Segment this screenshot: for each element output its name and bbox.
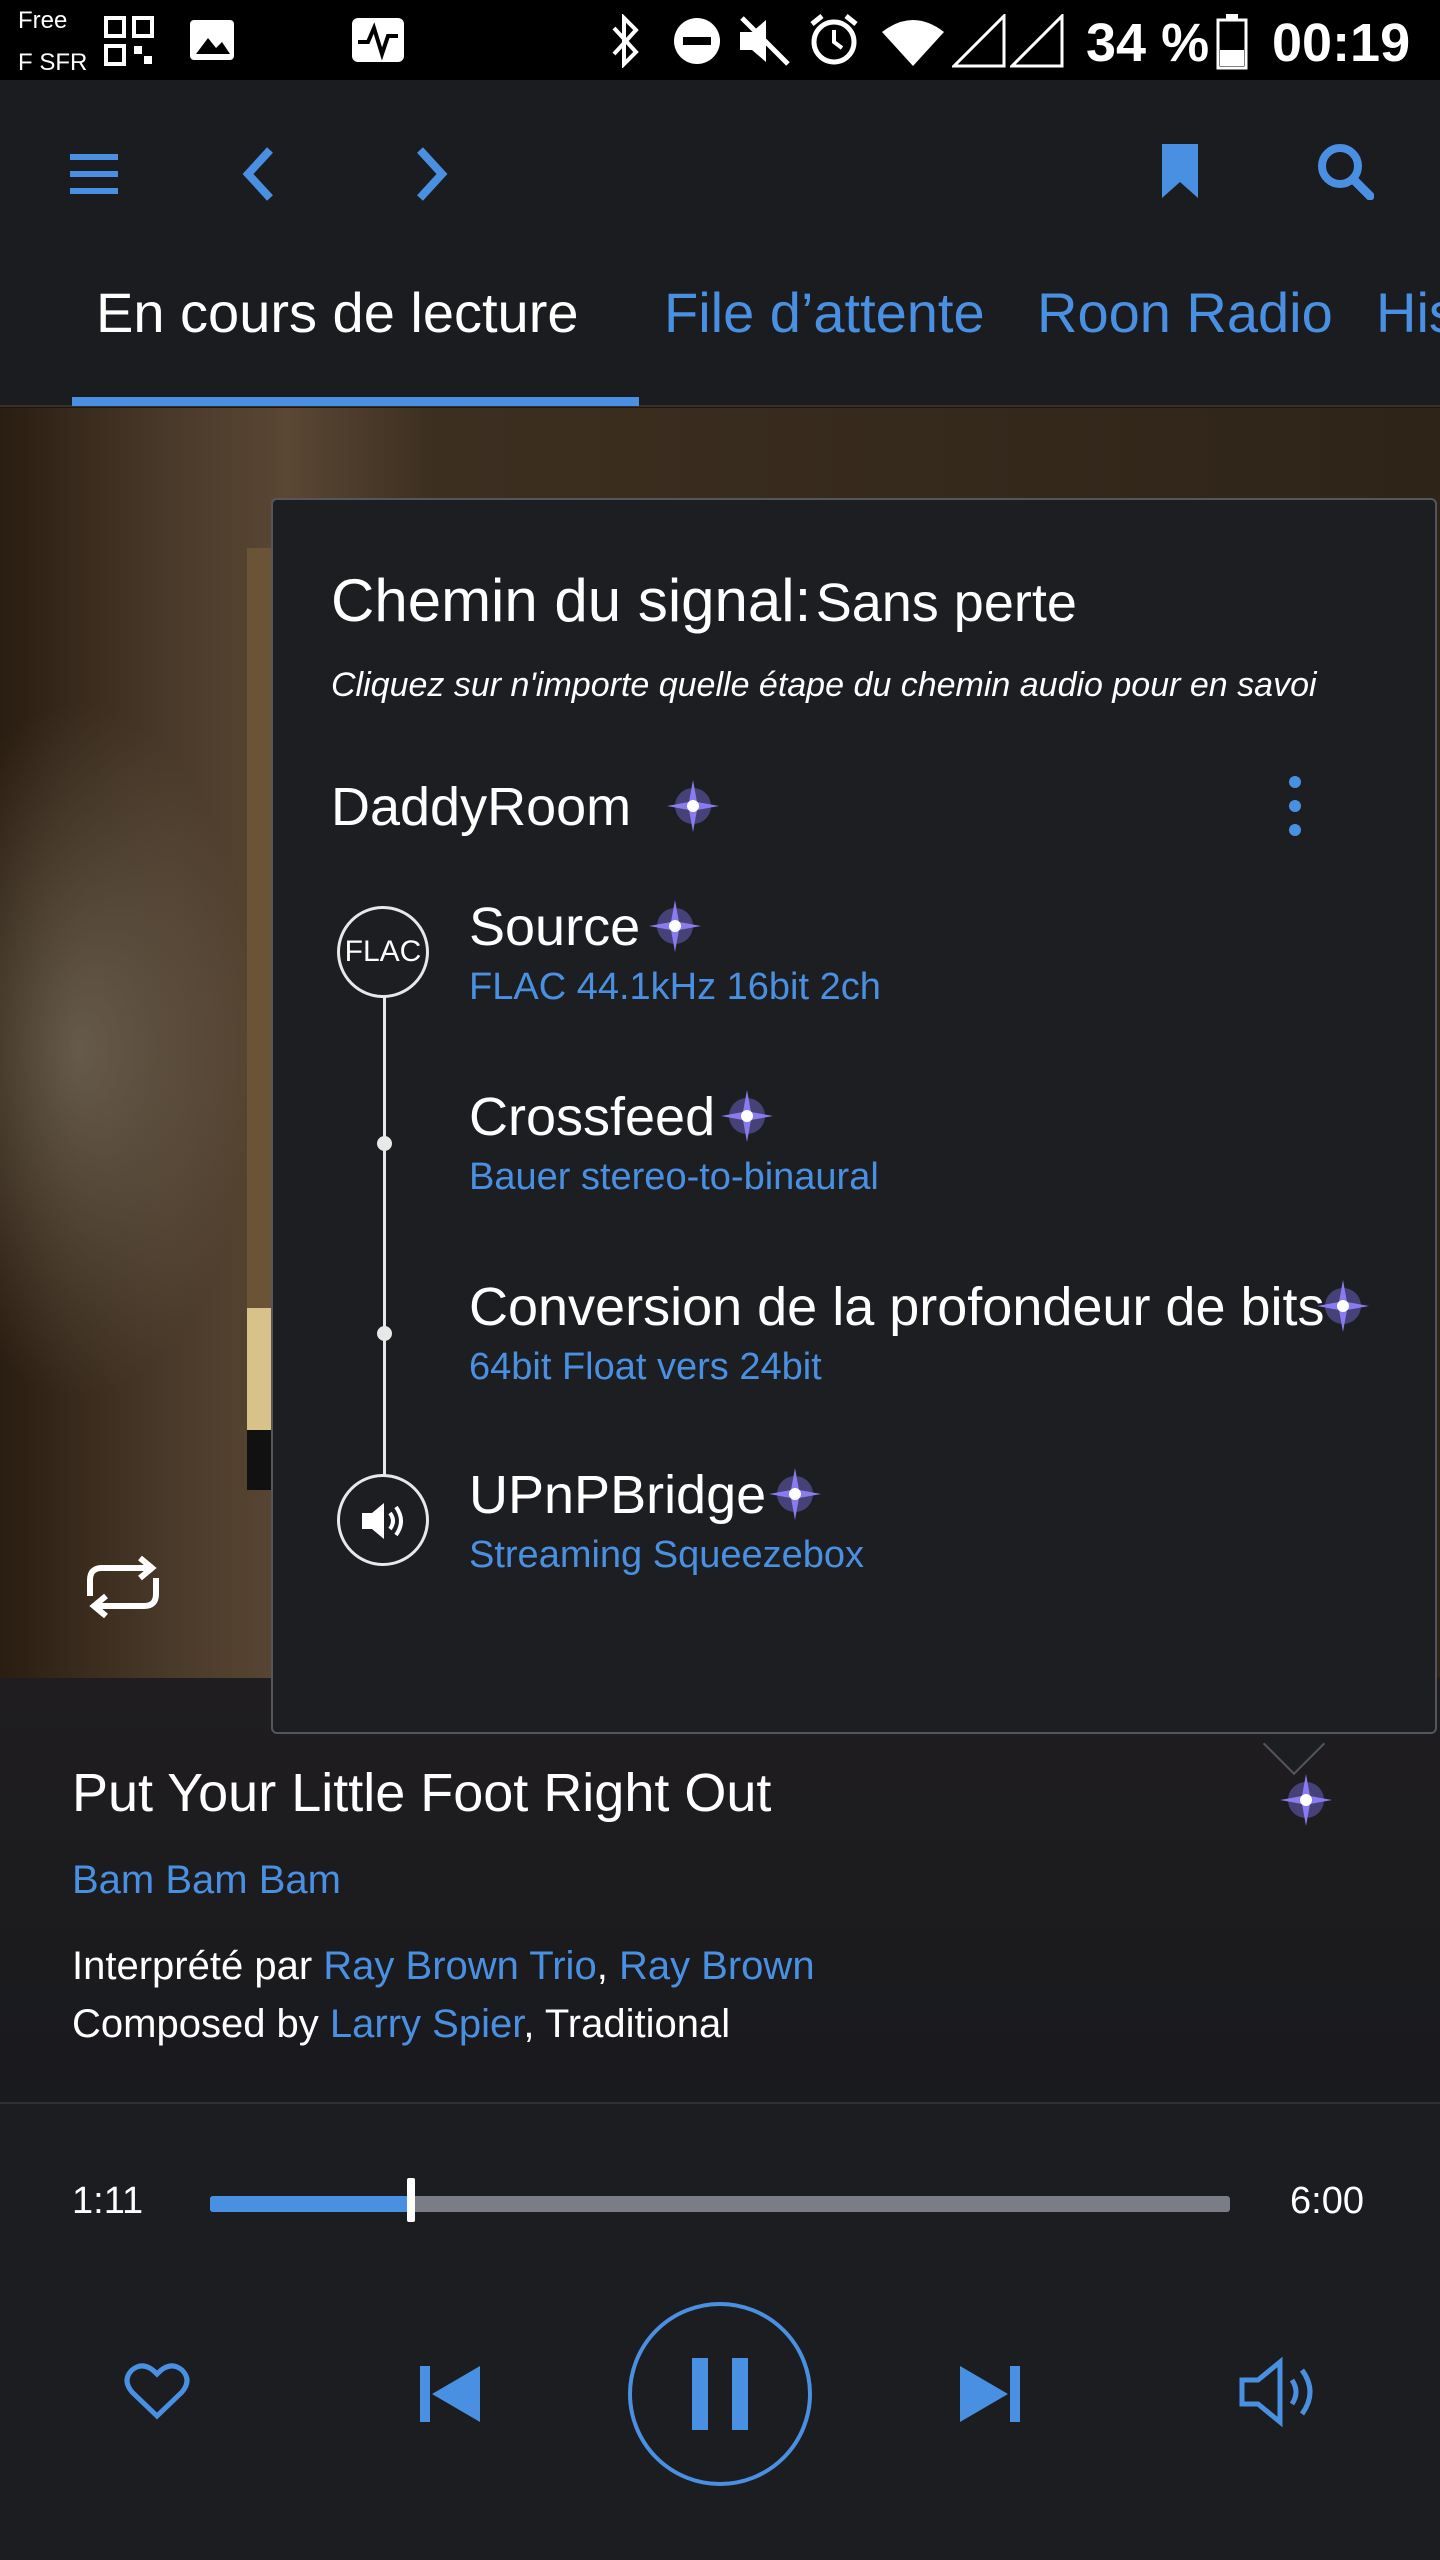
previous-track-icon[interactable] [418,2362,482,2426]
do-not-disturb-icon [674,18,720,64]
step-sparkle-icon [1317,1280,1369,1332]
bluetooth-icon [612,14,639,68]
path-dot [377,1136,392,1151]
next-track-icon[interactable] [958,2362,1022,2426]
speaker-badge [337,1474,429,1566]
mute-icon [740,16,790,66]
seek-bar-progress [210,2196,411,2212]
signal-path-header: Chemin du signal: Sans perte [331,566,1077,635]
step-output-detail[interactable]: Streaming Squeezebox [469,1534,864,1577]
back-icon[interactable] [240,146,276,202]
speaker-icon [362,1503,403,1539]
step-source-title[interactable]: Source [469,896,640,958]
signal-path-line [383,996,386,1496]
signal-path-popup: Chemin du signal: Sans perte Cliquez sur… [271,498,1437,1734]
step-bit-depth-detail[interactable]: 64bit Float vers 24bit [469,1346,822,1389]
volume-icon[interactable] [1238,2356,1326,2428]
signal-icon [952,14,1006,68]
performer-link[interactable]: Ray Brown Trio [323,1944,596,1988]
performer-link[interactable]: Ray Brown [619,1944,815,1988]
step-source-detail[interactable]: FLAC 44.1kHz 16bit 2ch [469,966,881,1009]
signal-path-hint: Cliquez sur n'importe quelle étape du ch… [331,666,1317,704]
search-icon[interactable] [1316,142,1374,200]
zone-sparkle-icon [667,780,719,832]
step-crossfeed-title[interactable]: Crossfeed [469,1086,715,1148]
performed-by-label: Interprété par [72,1944,313,1988]
signal-path-title: Chemin du signal: [331,567,812,634]
album-art-glow [0,700,260,1400]
track-title: Put Your Little Foot Right Out [72,1763,772,1823]
composer-link[interactable]: Larry Spier [330,2002,523,2046]
clock: 00:19 [1272,13,1411,73]
carrier-sublabel: F SFR [18,49,88,76]
step-sparkle-icon [649,900,701,952]
battery-icon [1216,14,1248,70]
path-dot [377,1326,392,1341]
qr-code-icon [104,16,154,66]
performers-line: Interprété par Ray Brown Trio, Ray Brown [72,1944,815,1989]
flac-badge-icon: FLAC [337,906,429,998]
battery-percent: 34 % [1086,13,1210,73]
album-link[interactable]: Bam Bam Bam [72,1858,341,1903]
total-duration: 6:00 [1290,2180,1364,2222]
signal-path-quality-icon[interactable] [1276,1770,1336,1830]
signal-icon-2 [1010,14,1064,68]
menu-icon[interactable] [70,154,118,194]
carrier-label: Free [18,7,68,34]
more-options-icon[interactable] [1285,774,1305,838]
activity-icon [352,18,404,62]
tab-history[interactable]: His [1376,280,1440,345]
repeat-icon[interactable] [76,1556,170,1618]
composer-rest: , Traditional [523,2002,731,2046]
step-output-title[interactable]: UPnPBridge [469,1464,766,1526]
active-tab-indicator [72,397,639,406]
composers-line: Composed by Larry Spier, Traditional [72,2002,730,2047]
top-toolbar [0,80,1440,250]
elapsed-time: 1:11 [72,2180,144,2222]
alarm-icon [810,14,858,65]
step-sparkle-icon [721,1090,773,1142]
wifi-icon [882,20,944,66]
step-bit-depth-title[interactable]: Conversion de la profondeur de bits [469,1276,1325,1338]
heart-icon[interactable] [124,2360,190,2420]
zone-name: DaddyRoom [331,777,632,837]
tab-queue[interactable]: File d’attente [664,280,985,345]
pause-button[interactable] [626,2300,814,2488]
step-crossfeed-detail[interactable]: Bauer stereo-to-binaural [469,1156,879,1199]
performer-separator: , [596,1944,608,1988]
bookmark-icon[interactable] [1160,142,1200,200]
tab-roon-radio[interactable]: Roon Radio [1037,280,1333,345]
step-sparkle-icon [769,1468,821,1520]
signal-path-quality: Sans perte [815,573,1077,633]
status-bar: Free F SFR 34 % 00:19 [0,0,1440,80]
forward-icon[interactable] [414,146,450,202]
composed-by-label: Composed by [72,2002,319,2046]
tab-now-playing[interactable]: En cours de lecture [96,280,578,345]
image-icon [190,20,234,60]
seek-handle[interactable] [406,2178,415,2222]
